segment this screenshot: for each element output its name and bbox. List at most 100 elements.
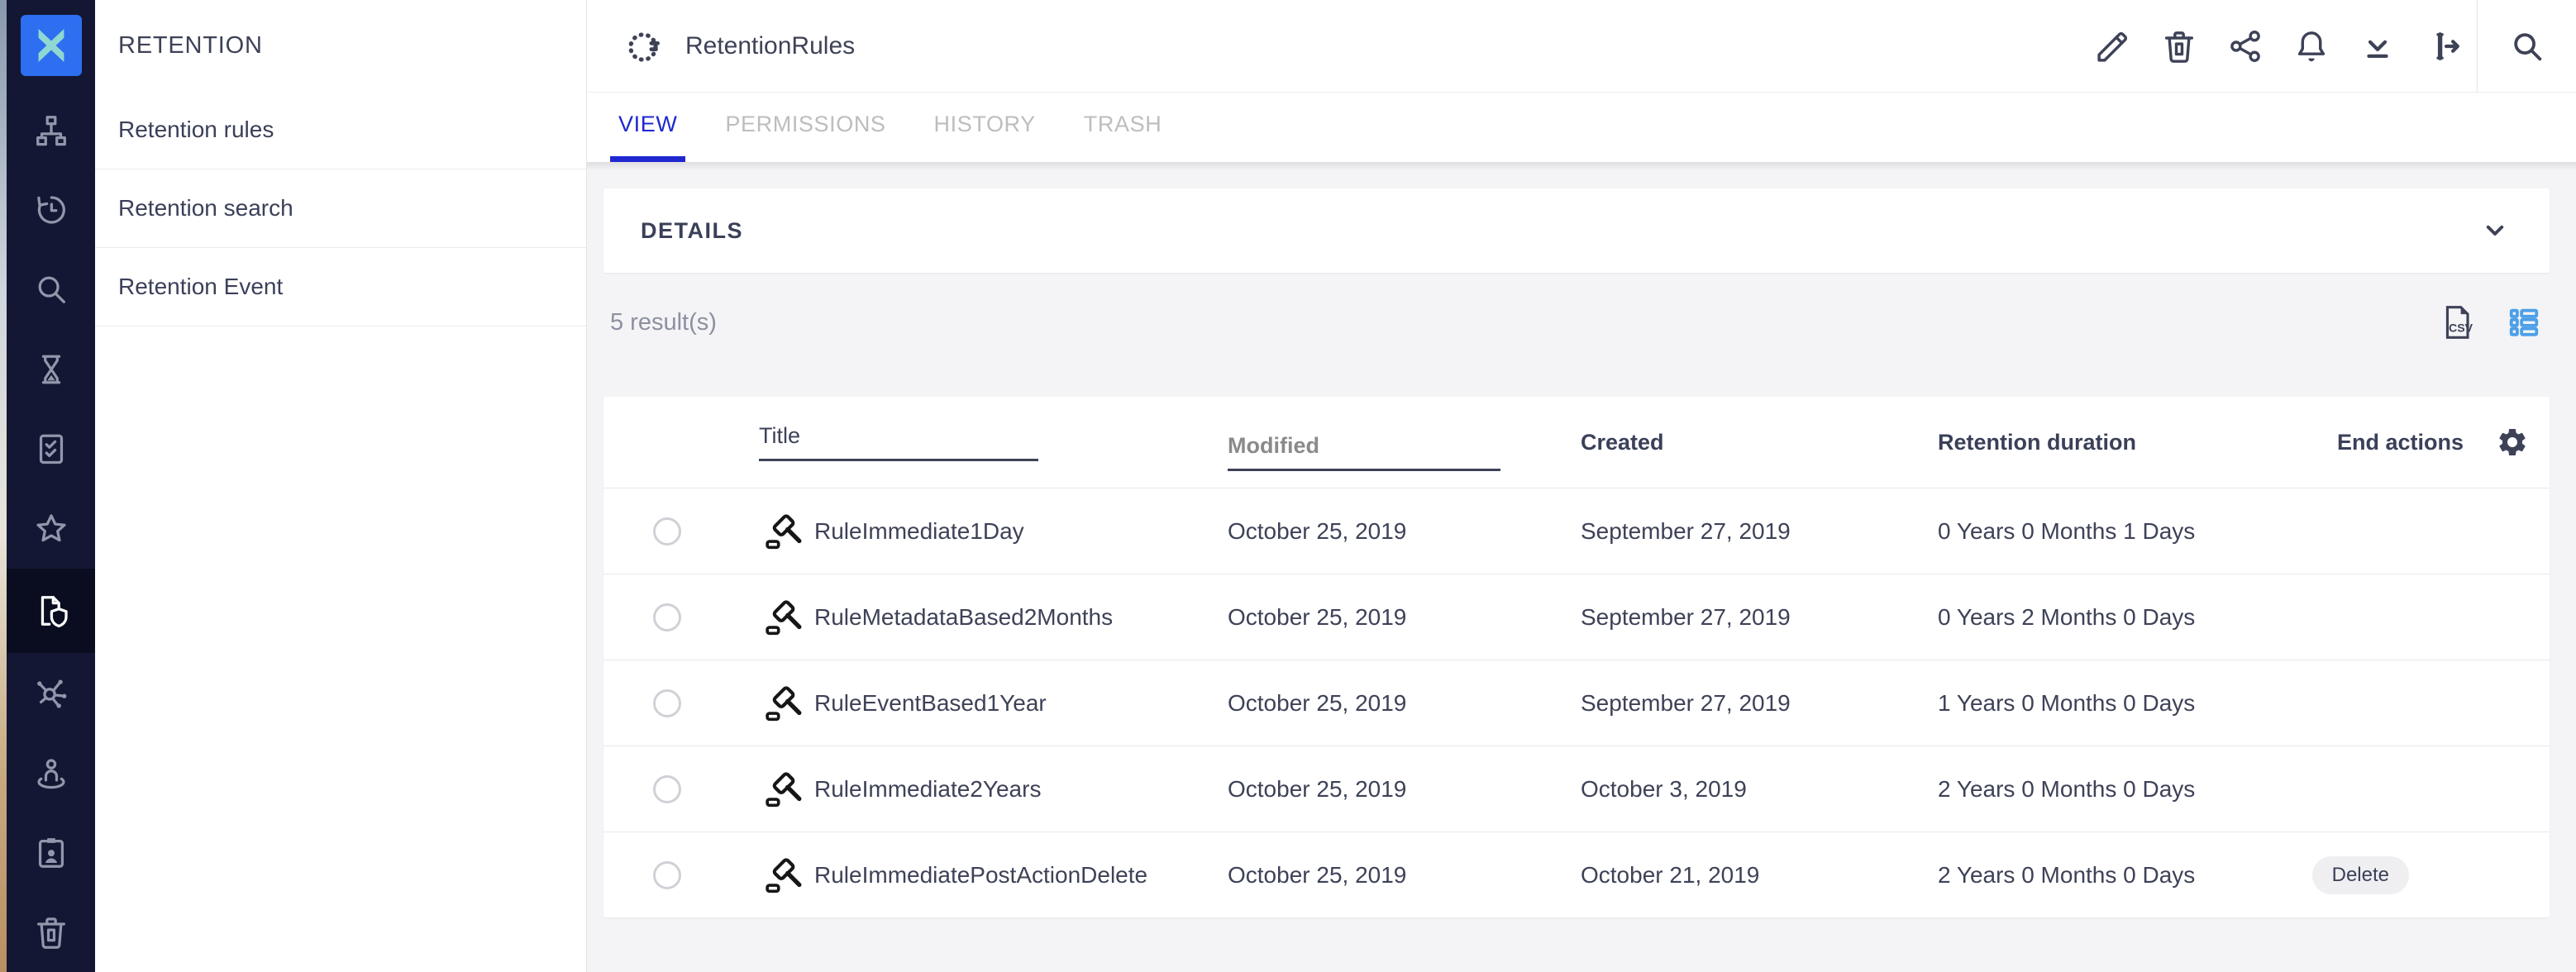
row-title-cell[interactable]: RuleImmediate1Day [756, 512, 1228, 550]
table-row: RuleImmediate2Years October 25, 2019 Oct… [603, 746, 2550, 831]
rail-item-pending[interactable] [7, 330, 95, 409]
rail-item-retention[interactable] [7, 569, 95, 653]
notifications-button[interactable] [2278, 0, 2345, 92]
download-icon [2359, 27, 2397, 65]
rail-item-browse[interactable] [7, 90, 95, 169]
end-action-badge: Delete [2312, 856, 2409, 894]
results-actions: CSV [2409, 303, 2541, 341]
share-icon [2226, 27, 2264, 65]
rail-item-favorites[interactable] [7, 488, 95, 568]
row-radio-button[interactable] [653, 861, 681, 889]
row-created: September 27, 2019 [1581, 604, 1938, 631]
page-title: RetentionRules [685, 32, 855, 60]
delete-trash-icon [2160, 27, 2198, 65]
search-icon [32, 270, 70, 308]
browse-hierarchy-icon [32, 112, 70, 150]
hourglass-icon [32, 350, 70, 388]
export-icon [2425, 27, 2463, 65]
gear-icon [2496, 426, 2529, 459]
tab-permissions[interactable]: PERMISSIONS [717, 93, 894, 162]
row-select-cell [603, 517, 756, 546]
column-header-modified[interactable]: Modified [1228, 423, 1581, 461]
row-radio-button[interactable] [653, 775, 681, 803]
row-title-cell[interactable]: RuleEventBased1Year [756, 684, 1228, 722]
rail-item-tasks[interactable] [7, 409, 95, 488]
row-created: September 27, 2019 [1581, 518, 1938, 545]
table-body: RuleImmediate1Day October 25, 2019 Septe… [603, 488, 2550, 917]
content-area: DETAILS 5 result(s) CSV [587, 162, 2576, 972]
row-radio-button[interactable] [653, 517, 681, 546]
tab-trash[interactable]: TRASH [1076, 93, 1171, 162]
edit-button[interactable] [2080, 0, 2146, 92]
sidebar-title: RETENTION [95, 0, 586, 91]
nuxeo-x-logo-icon [21, 15, 82, 76]
row-title-cell[interactable]: RuleMetadataBased2Months [756, 598, 1228, 636]
sidebar-item-retention-search[interactable]: Retention search [95, 169, 586, 248]
table-view-icon [2507, 305, 2541, 340]
search-button[interactable] [2478, 0, 2576, 92]
column-header-retention-duration: Retention duration [1938, 430, 2285, 455]
document-actions [2080, 0, 2576, 92]
breadcrumb: RetentionRules [587, 26, 855, 67]
icon-rail [7, 0, 95, 972]
app-logo[interactable] [7, 0, 95, 90]
rail-item-search[interactable] [7, 250, 95, 329]
table-row: RuleImmediatePostActionDelete October 25… [603, 831, 2550, 917]
app-window: RETENTION Retention rules Retention sear… [0, 0, 2576, 972]
details-title: DETAILS [641, 218, 743, 244]
share-button[interactable] [2212, 0, 2278, 92]
sidebar-item-label: Retention search [118, 195, 293, 222]
sidebar-item-retention-rules[interactable]: Retention rules [95, 91, 586, 169]
column-header-title[interactable]: Title [756, 423, 1228, 461]
row-radio-button[interactable] [653, 689, 681, 717]
row-retention-duration: 1 Years 0 Months 0 Days [1938, 690, 2285, 717]
row-title: RuleMetadataBased2Months [814, 604, 1113, 631]
sidebar-drawer: RETENTION Retention rules Retention sear… [95, 0, 587, 972]
row-created: September 27, 2019 [1581, 690, 1938, 717]
column-settings-button[interactable] [2475, 426, 2550, 459]
tab-history[interactable]: HISTORY [926, 93, 1044, 162]
edit-pencil-icon [2094, 27, 2132, 65]
rail-item-trash[interactable] [7, 893, 95, 972]
table-view-button[interactable] [2507, 305, 2541, 340]
table-row: RuleEventBased1Year October 25, 2019 Sep… [603, 660, 2550, 746]
column-header-end-actions: End actions [2285, 430, 2475, 455]
tab-view[interactable]: VIEW [610, 93, 685, 162]
sidebar-item-label: Retention Event [118, 274, 283, 300]
results-table: Title Modified Created Retention duratio… [603, 397, 2550, 917]
gavel-icon [765, 512, 803, 550]
trash-icon [32, 913, 70, 951]
tasks-checklist-icon [32, 430, 70, 468]
rail-item-profile[interactable] [7, 812, 95, 892]
row-radio-button[interactable] [653, 603, 681, 631]
document-header: RetentionRules [587, 0, 2576, 93]
row-modified: October 25, 2019 [1228, 690, 1581, 717]
row-modified: October 25, 2019 [1228, 604, 1581, 631]
delete-button[interactable] [2146, 0, 2212, 92]
row-title-cell[interactable]: RuleImmediate2Years [756, 770, 1228, 808]
export-button[interactable] [2411, 0, 2477, 92]
row-title: RuleImmediate2Years [814, 776, 1041, 803]
main-area: RetentionRules [587, 0, 2576, 972]
id-badge-icon [32, 833, 70, 871]
details-collapse-bar[interactable]: DETAILS [603, 188, 2550, 273]
row-modified: October 25, 2019 [1228, 862, 1581, 889]
notifications-bell-icon [2292, 27, 2330, 65]
rail-item-history[interactable] [7, 170, 95, 250]
sidebar-item-label: Retention rules [118, 117, 274, 143]
rail-item-workflow[interactable] [7, 653, 95, 732]
retention-doc-shield-icon [32, 592, 70, 630]
row-title-cell[interactable]: RuleImmediatePostActionDelete [756, 856, 1228, 894]
export-csv-button[interactable]: CSV [2439, 303, 2477, 341]
download-button[interactable] [2345, 0, 2411, 92]
gavel-icon [765, 770, 803, 808]
chevron-down-icon [2480, 216, 2510, 245]
sidebar-item-retention-event[interactable]: Retention Event [95, 248, 586, 326]
row-title: RuleImmediate1Day [814, 518, 1024, 545]
row-retention-duration: 2 Years 0 Months 0 Days [1938, 862, 2285, 889]
search-icon [2508, 27, 2546, 65]
table-row: RuleImmediate1Day October 25, 2019 Septe… [603, 488, 2550, 574]
results-count: 5 result(s) [610, 309, 717, 336]
gavel-icon [765, 856, 803, 894]
rail-item-assignments[interactable] [7, 733, 95, 812]
